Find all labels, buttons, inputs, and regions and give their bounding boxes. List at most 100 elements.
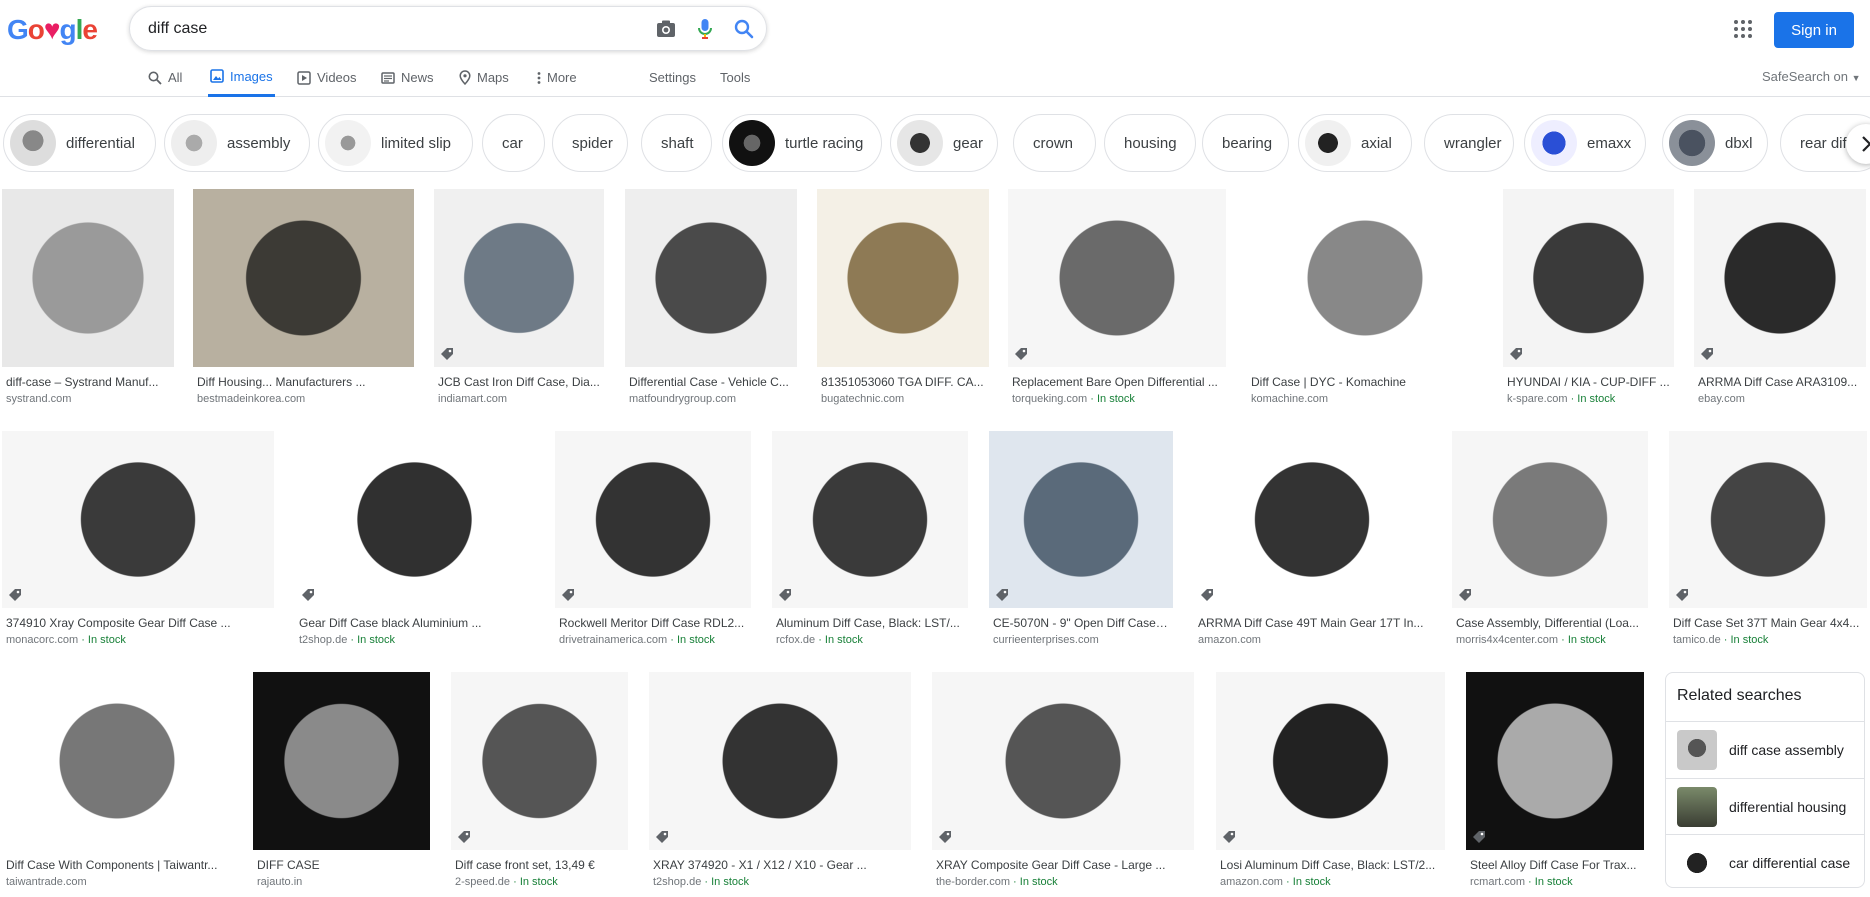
result-thumbnail[interactable]: [817, 189, 989, 367]
result-title[interactable]: Differential Case - Vehicle C...: [629, 375, 793, 389]
result-title[interactable]: HYUNDAI / KIA - CUP-DIFF ...: [1507, 375, 1670, 389]
image-result[interactable]: Diff Case Set 37T Main Gear 4x4... tamico…: [1669, 431, 1867, 652]
result-thumbnail[interactable]: [649, 672, 911, 850]
result-thumbnail[interactable]: [1503, 189, 1674, 367]
result-thumbnail[interactable]: [2, 189, 174, 367]
result-thumbnail[interactable]: [1669, 431, 1867, 608]
chip-wrangler[interactable]: wrangler: [1424, 114, 1514, 172]
chip-dbxl[interactable]: dbxl: [1662, 114, 1768, 172]
image-result[interactable]: DIFF CASE rajauto.in: [253, 672, 430, 894]
microphone-icon[interactable]: [693, 17, 717, 41]
result-thumbnail[interactable]: [295, 431, 534, 608]
google-logo[interactable]: Go♥gle: [7, 14, 98, 46]
result-thumbnail[interactable]: [193, 189, 414, 367]
chip-crown[interactable]: crown: [1013, 114, 1096, 172]
image-result[interactable]: Aluminum Diff Case, Black: LST/... rcfox.…: [772, 431, 968, 652]
image-result[interactable]: XRAY 374920 - X1 / X12 / X10 - Gear ... t…: [649, 672, 911, 894]
result-thumbnail[interactable]: [2, 672, 232, 850]
image-result[interactable]: Diff Case With Components | Taiwantr... t…: [2, 672, 232, 894]
image-result[interactable]: Replacement Bare Open Differential ... to…: [1008, 189, 1226, 411]
image-result[interactable]: 81351053060 TGA DIFF. CA... bugatechnic.c…: [817, 189, 989, 411]
tools-link[interactable]: Tools: [720, 58, 750, 97]
image-result[interactable]: diff-case – Systrand Manuf... systrand.co…: [2, 189, 174, 411]
result-title[interactable]: Rockwell Meritor Diff Case RDL2...: [559, 616, 747, 630]
result-title[interactable]: Diff Case With Components | Taiwantr...: [6, 858, 228, 872]
chip-shaft[interactable]: shaft: [641, 114, 712, 172]
chip-assembly[interactable]: assembly: [164, 114, 310, 172]
result-title[interactable]: Losi Aluminum Diff Case, Black: LST/2...: [1220, 858, 1441, 872]
result-title[interactable]: XRAY Composite Gear Diff Case - Large ..…: [936, 858, 1190, 872]
result-thumbnail[interactable]: [1466, 672, 1644, 850]
result-thumbnail[interactable]: [932, 672, 1194, 850]
safesearch-toggle[interactable]: SafeSearch on ▼: [1762, 69, 1861, 84]
result-thumbnail[interactable]: [555, 431, 751, 608]
tab-images[interactable]: Images: [208, 58, 275, 97]
image-result[interactable]: ARRMA Diff Case 49T Main Gear 17T In... a…: [1194, 431, 1430, 652]
result-title[interactable]: 81351053060 TGA DIFF. CA...: [821, 375, 985, 389]
image-result[interactable]: Rockwell Meritor Diff Case RDL2... drivet…: [555, 431, 751, 652]
result-thumbnail[interactable]: [989, 431, 1173, 608]
image-result[interactable]: Steel Alloy Diff Case For Trax... rcmart.…: [1466, 672, 1644, 894]
result-title[interactable]: CE-5070N - 9" Open Diff Case ...: [993, 616, 1169, 630]
image-result[interactable]: Diff Housing... Manufacturers ... bestmad…: [193, 189, 414, 411]
result-title[interactable]: Steel Alloy Diff Case For Trax...: [1470, 858, 1640, 872]
related-item[interactable]: diff case assembly: [1666, 721, 1864, 777]
result-title[interactable]: Replacement Bare Open Differential ...: [1012, 375, 1222, 389]
tab-all[interactable]: All: [148, 58, 182, 97]
tab-maps[interactable]: Maps: [459, 58, 509, 97]
image-result[interactable]: Case Assembly, Differential (Loa... morri…: [1452, 431, 1648, 652]
related-item[interactable]: differential housing: [1666, 778, 1864, 834]
image-result[interactable]: CE-5070N - 9" Open Diff Case ... currieen…: [989, 431, 1173, 652]
chip-bearing[interactable]: bearing: [1202, 114, 1289, 172]
chip-axial[interactable]: axial: [1298, 114, 1412, 172]
tab-videos[interactable]: Videos: [297, 58, 357, 97]
tab-news[interactable]: News: [381, 58, 434, 97]
tab-more[interactable]: More: [537, 58, 577, 97]
result-thumbnail[interactable]: [451, 672, 628, 850]
result-thumbnail[interactable]: [1247, 189, 1483, 367]
result-thumbnail[interactable]: [772, 431, 968, 608]
chip-differential[interactable]: differential: [3, 114, 156, 172]
image-result[interactable]: Diff Case | DYC - Komachine komachine.com: [1247, 189, 1483, 411]
result-title[interactable]: Diff Case | DYC - Komachine: [1251, 375, 1479, 389]
apps-grid-icon[interactable]: [1731, 17, 1755, 41]
result-title[interactable]: Diff Case Set 37T Main Gear 4x4...: [1673, 616, 1863, 630]
chip-spider[interactable]: spider: [552, 114, 628, 172]
search-input[interactable]: [148, 18, 628, 40]
result-thumbnail[interactable]: [434, 189, 604, 367]
result-title[interactable]: 374910 Xray Composite Gear Diff Case ...: [6, 616, 270, 630]
image-result[interactable]: Losi Aluminum Diff Case, Black: LST/2...…: [1216, 672, 1445, 894]
result-title[interactable]: ARRMA Diff Case ARA3109...: [1698, 375, 1862, 389]
result-thumbnail[interactable]: [1008, 189, 1226, 367]
result-thumbnail[interactable]: [1694, 189, 1866, 367]
result-title[interactable]: DIFF CASE: [257, 858, 426, 872]
camera-icon[interactable]: [654, 17, 678, 41]
sign-in-button[interactable]: Sign in: [1774, 12, 1854, 48]
search-box[interactable]: [129, 6, 767, 51]
result-thumbnail[interactable]: [1216, 672, 1445, 850]
chip-turtle-racing[interactable]: turtle racing: [722, 114, 882, 172]
search-icon[interactable]: [732, 17, 756, 41]
chip-housing[interactable]: housing: [1104, 114, 1196, 172]
result-title[interactable]: Diff case front set, 13,49 €: [455, 858, 624, 872]
result-thumbnail[interactable]: [2, 431, 274, 608]
result-title[interactable]: Diff Housing... Manufacturers ...: [197, 375, 410, 389]
result-thumbnail[interactable]: [1452, 431, 1648, 608]
chip-limited-slip[interactable]: limited slip: [318, 114, 473, 172]
chip-car[interactable]: car: [482, 114, 545, 172]
image-result[interactable]: Differential Case - Vehicle C... matfound…: [625, 189, 797, 411]
image-result[interactable]: HYUNDAI / KIA - CUP-DIFF ... k-spare.com …: [1503, 189, 1674, 411]
result-title[interactable]: diff-case – Systrand Manuf...: [6, 375, 170, 389]
result-title[interactable]: Gear Diff Case black Aluminium ...: [299, 616, 530, 630]
result-title[interactable]: JCB Cast Iron Diff Case, Dia...: [438, 375, 600, 389]
result-title[interactable]: XRAY 374920 - X1 / X12 / X10 - Gear ...: [653, 858, 907, 872]
image-result[interactable]: Diff case front set, 13,49 € 2-speed.de ·…: [451, 672, 628, 894]
related-item[interactable]: car differential case: [1666, 834, 1864, 890]
chip-emaxx[interactable]: emaxx: [1524, 114, 1646, 172]
chip-gear[interactable]: gear: [890, 114, 998, 172]
image-result[interactable]: JCB Cast Iron Diff Case, Dia... indiamart…: [434, 189, 604, 411]
result-thumbnail[interactable]: [625, 189, 797, 367]
result-thumbnail[interactable]: [1194, 431, 1430, 608]
result-title[interactable]: ARRMA Diff Case 49T Main Gear 17T In...: [1198, 616, 1426, 630]
image-result[interactable]: ARRMA Diff Case ARA3109... ebay.com: [1694, 189, 1866, 411]
